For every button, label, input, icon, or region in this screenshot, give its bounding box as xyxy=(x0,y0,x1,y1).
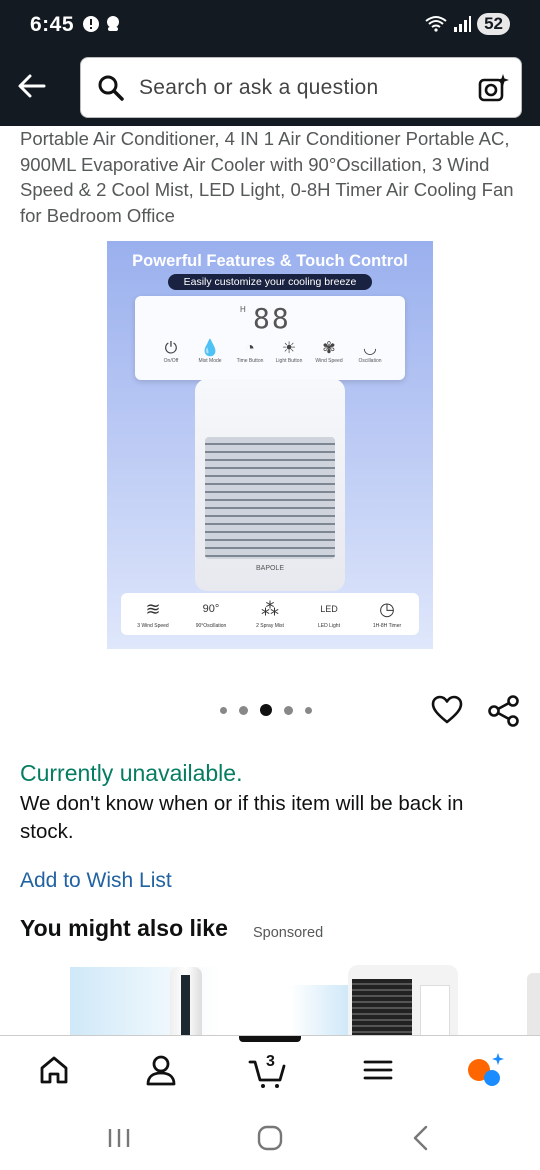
heart-icon[interactable] xyxy=(431,694,463,726)
feature-timer: ◷ 1H-8H Timer xyxy=(359,595,415,629)
recommendations-heading: You might also like xyxy=(20,915,228,941)
share-icon[interactable] xyxy=(487,694,521,728)
mist-icon: ⁂ xyxy=(261,599,279,619)
feature-wind: ≋ 3 Wind Speed xyxy=(125,595,181,629)
feature-oscillation: 90° 90°Oscillation xyxy=(183,595,239,629)
carousel-dot[interactable] xyxy=(239,705,248,715)
oscillation-icon: 90° xyxy=(202,603,220,615)
carousel-dot[interactable] xyxy=(284,705,293,715)
cooler-brand: BAPOLE xyxy=(255,565,284,572)
carousel-dot-active[interactable] xyxy=(260,704,272,716)
control-mist: 💧 Mist Mode xyxy=(190,340,230,364)
search-placeholder[interactable]: Search or ask a question xyxy=(139,76,379,100)
timer-icon: ◔ xyxy=(245,340,255,357)
cooler-body: BAPOLE xyxy=(195,379,345,591)
active-tab-indicator xyxy=(239,1036,301,1042)
feature-strip: ≋ 3 Wind Speed 90° 90°Oscillation ⁂ 2 Spray… xyxy=(121,593,419,635)
control-label: Mist Mode xyxy=(198,358,222,364)
feature-label: 2 Spray Mist xyxy=(256,623,284,629)
back-arrow-icon[interactable] xyxy=(14,68,50,104)
tower-fan-image xyxy=(170,967,202,1035)
rufus-icon[interactable] xyxy=(465,1050,505,1090)
control-label: On/Off xyxy=(163,358,179,364)
signal-icon xyxy=(454,16,472,32)
image-headline: Powerful Features & Touch Control xyxy=(132,252,408,270)
control-label: Oscillation xyxy=(358,358,382,364)
availability-status: Currently unavailable. xyxy=(20,760,243,786)
status-bar: 6:45 52 xyxy=(0,0,540,52)
carousel-dots[interactable] xyxy=(220,704,312,716)
control-wind: ✾ Wind Speed xyxy=(309,340,349,364)
image-subline: Easily customize your cooling breeze xyxy=(168,274,372,290)
battery-level: 52 xyxy=(477,13,510,35)
wind-icon: ≋ xyxy=(145,599,161,619)
control-panel: H 88 ⏻ On/Off 💧 Mist Mode ◔ Time Button ☀ Li… xyxy=(135,296,405,380)
air-cooler-image xyxy=(348,965,458,1035)
oscillation-icon: ◡ xyxy=(363,340,377,357)
feature-label: 1H-8H Timer xyxy=(372,623,402,629)
product-title: Portable Air Conditioner, 4 IN 1 Air Con… xyxy=(20,128,514,226)
control-label: Time Button xyxy=(236,358,264,364)
fan-icon: ✾ xyxy=(322,340,336,357)
recommended-product-2[interactable] xyxy=(290,965,460,1035)
camera-search-icon[interactable] xyxy=(477,72,509,104)
light-icon: ☀ xyxy=(281,340,297,357)
feature-label: 3 Wind Speed xyxy=(137,623,169,629)
home-button-icon[interactable] xyxy=(255,1123,285,1153)
feature-led: LED LED Light xyxy=(301,595,357,629)
stock-message: We don't know when or if this item will … xyxy=(20,792,464,843)
bottom-navigation: 3 xyxy=(0,1035,540,1103)
recent-apps-icon[interactable] xyxy=(104,1123,134,1153)
feature-label: LED Light xyxy=(318,623,340,629)
display-digits: 88 xyxy=(253,302,291,335)
system-navigation xyxy=(0,1103,540,1170)
cart-count: 3 xyxy=(266,1053,275,1070)
timer-icon: ◷ xyxy=(379,599,395,619)
control-label: Wind Speed xyxy=(315,358,343,364)
power-icon: ⏻ xyxy=(164,340,178,357)
recommendations-strip xyxy=(0,955,540,1035)
carousel-dot[interactable] xyxy=(305,706,312,714)
sponsored-label: Sponsored xyxy=(253,925,324,941)
display-h: H xyxy=(240,305,246,314)
app-header: Search or ask a question xyxy=(0,52,540,126)
recommended-product-1[interactable] xyxy=(70,967,220,1035)
status-right: 52 xyxy=(425,13,510,35)
add-to-wishlist-link[interactable]: Add to Wish List xyxy=(20,869,172,893)
control-light: ☀ Light Button xyxy=(269,340,309,364)
carousel-dot[interactable] xyxy=(220,706,227,714)
back-button-icon[interactable] xyxy=(406,1123,436,1153)
control-label: Light Button xyxy=(275,358,303,364)
recommended-product-3[interactable] xyxy=(527,973,540,1035)
control-timer: ◔ Time Button xyxy=(230,340,270,364)
drops-icon: 💧 xyxy=(200,340,220,357)
cooler-grille xyxy=(205,437,335,559)
menu-icon[interactable] xyxy=(358,1050,398,1090)
led-icon: LED xyxy=(320,604,338,614)
status-time: 6:45 xyxy=(30,13,75,36)
control-oscillation: ◡ Oscillation xyxy=(350,340,390,364)
product-image[interactable]: Powerful Features & Touch Control Easily… xyxy=(107,241,433,649)
search-bar[interactable]: Search or ask a question xyxy=(80,57,522,118)
alert-icon xyxy=(83,16,99,32)
search-icon xyxy=(98,75,124,101)
notification-icon xyxy=(107,16,119,31)
control-onoff: ⏻ On/Off xyxy=(151,340,191,364)
feature-label: 90°Oscillation xyxy=(195,623,227,629)
home-icon[interactable] xyxy=(34,1050,74,1090)
wifi-icon xyxy=(425,16,447,32)
account-icon[interactable] xyxy=(141,1050,181,1090)
feature-mist: ⁂ 2 Spray Mist xyxy=(242,595,298,629)
